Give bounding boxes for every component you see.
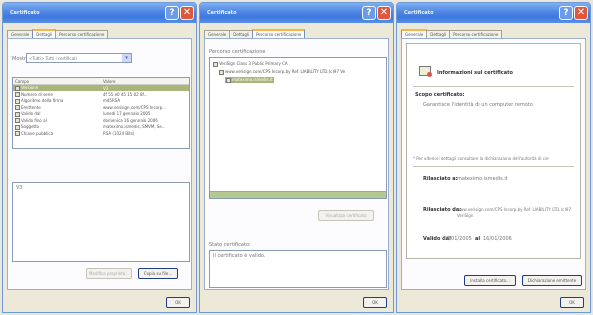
install-certificate-button[interactable]: Installa certificato... (464, 275, 516, 286)
valid-from-value: 17/01/2005 (443, 236, 472, 242)
certification-path-tree[interactable]: VeriSign Class 3 Public Primary CA www.v… (209, 57, 387, 199)
close-icon[interactable]: ✕ (574, 6, 588, 20)
path-group-label: Percorso certificazione (209, 49, 266, 55)
certificate-status-value: Il certificato è valido. (213, 253, 266, 259)
field-icon (15, 111, 20, 117)
ok-button[interactable]: OK (560, 297, 584, 308)
status-label: Stato certificato: (209, 242, 251, 248)
field-detail-value: V3 (16, 185, 23, 191)
certification-path-panel: Percorso certificazione VeriSign Class 3… (204, 38, 389, 290)
help-icon[interactable]: ? (362, 6, 376, 20)
tree-item-label: www.verisign.com/CPS Incorp.by Ref. LIAB… (225, 69, 346, 74)
field-name: Emittente (21, 104, 41, 110)
show-dropdown[interactable]: <Tutti> Tutti i certificati ▾ (26, 53, 132, 63)
issued-by-value: www.verisign.com/CPS Incorp.by Ref. LIAB… (457, 207, 571, 218)
valid-to-label: al (475, 236, 481, 242)
ok-button[interactable]: OK (166, 297, 190, 308)
issued-by-label: Rilasciato da: (423, 207, 462, 213)
certificate-icon (226, 77, 231, 83)
title-bar[interactable]: Certificato ? ✕ (200, 3, 393, 23)
field-icon (15, 118, 20, 123)
field-icon (15, 131, 20, 136)
issued-to-label: Rilasciato a: (423, 176, 458, 182)
help-icon[interactable]: ? (165, 6, 179, 20)
general-panel: Informazioni sul certificato Scopo certi… (401, 38, 586, 290)
window-title: Certificato (10, 10, 40, 16)
field-name: Algoritmo della firma (21, 98, 64, 103)
window-title: Certificato (404, 10, 434, 16)
issuer-statement-button[interactable]: Dichiarazione emittente (522, 275, 582, 286)
field-value: RSA (1024 Bits) (103, 130, 135, 136)
field-detail-textbox[interactable]: V3 (12, 182, 190, 262)
field-icon (15, 92, 20, 97)
show-dropdown-value: <Tutti> Tutti i certificati (29, 56, 77, 61)
valid-to-value: 16/01/2006 (483, 236, 512, 242)
help-icon[interactable]: ? (559, 6, 573, 20)
issued-to-value: mateximo.ismedis.it (457, 176, 508, 182)
field-name: Chiave pubblica (21, 130, 54, 136)
certificate-status-box: Il certificato è valido. (209, 250, 387, 288)
copy-to-file-button[interactable]: Copia su file... (138, 268, 178, 279)
divider (413, 166, 574, 167)
tree-item-label: VeriSign Class 3 Public Primary CA (219, 61, 288, 66)
close-icon[interactable]: ✕ (180, 6, 194, 20)
field-icon (15, 105, 20, 110)
close-icon[interactable]: ✕ (377, 6, 391, 20)
table-row[interactable]: Chiave pubblica RSA (1024 Bits) (13, 130, 189, 137)
certificate-icon (219, 69, 224, 75)
title-bar[interactable]: Certificato ? ✕ (3, 3, 196, 23)
purpose-item: Garantisce l'identità di un computer rem… (423, 102, 533, 108)
tree-item-intermediate[interactable]: www.verisign.com/CPS Incorp.by Ref. LIAB… (219, 69, 345, 75)
field-name: Soggetto (21, 124, 40, 129)
tree-item-root[interactable]: VeriSign Class 3 Public Primary CA (213, 61, 288, 67)
details-panel: Mostra: <Tutti> Tutti i certificati ▾ Ca… (7, 38, 192, 290)
purpose-heading: Scopo certificato: (415, 92, 465, 98)
certificate-info-box: Informazioni sul certificato Scopo certi… (406, 43, 581, 259)
certificate-icon (213, 61, 218, 67)
field-icon (15, 85, 20, 91)
title-bar[interactable]: Certificato ? ✕ (397, 3, 590, 23)
info-title: Informazioni sul certificato (437, 70, 513, 76)
field-name: Valido fino al (21, 117, 47, 123)
modify-properties-button[interactable]: Modifica proprietà... (86, 268, 132, 279)
view-certificate-button[interactable]: Visualizza certificato (318, 210, 374, 221)
horizontal-scrollbar[interactable] (210, 191, 386, 198)
tree-item-label: mateximo.ismedis.it (232, 77, 273, 82)
certificate-icon (419, 66, 432, 77)
window-title: Certificato (207, 10, 237, 16)
statement-note: * Per ulteriori dettagli consultare la d… (413, 156, 550, 161)
divider (413, 86, 574, 87)
field-name: Versione (21, 85, 39, 91)
field-name: Valido dal (21, 111, 41, 116)
field-icon (15, 98, 20, 104)
fields-list[interactable]: Campo Valore Versione V3 Numero di serie 4… (12, 77, 190, 149)
ok-button[interactable]: OK (363, 297, 387, 308)
certificate-window-details: Certificato ? ✕ Generale Dettagli Percorso… (2, 2, 197, 313)
fields-table: Campo Valore Versione V3 Numero di serie 4… (13, 78, 189, 137)
certificate-window-general: Certificato ? ✕ Generale Dettagli Percorso… (396, 2, 591, 313)
field-icon (15, 124, 20, 130)
chevron-down-icon[interactable]: ▾ (122, 54, 131, 62)
certificate-window-path: Certificato ? ✕ Generale Dettagli Percorso… (199, 2, 394, 313)
tree-item-leaf[interactable]: mateximo.ismedis.it (225, 77, 274, 83)
field-name: Numero di serie (21, 91, 53, 97)
